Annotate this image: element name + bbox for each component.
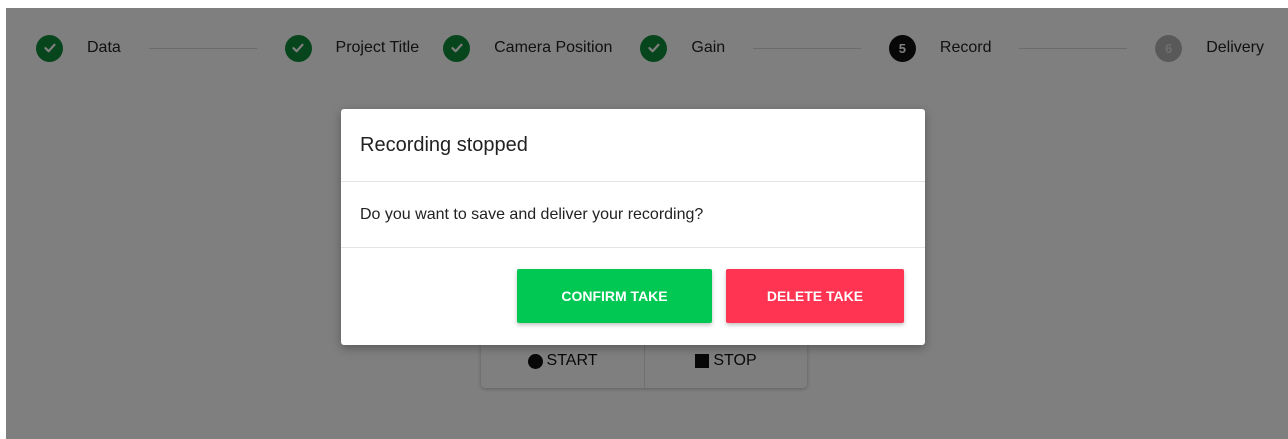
delete-take-button[interactable]: DELETE TAKE xyxy=(726,268,904,323)
dialog-title: Recording stopped xyxy=(341,109,925,182)
dialog-actions: CONFIRM TAKE DELETE TAKE xyxy=(341,248,925,345)
dialog-message: Do you want to save and deliver your rec… xyxy=(341,182,925,248)
record-page: Data Project Title Camera Position Gain … xyxy=(0,0,1288,439)
confirm-take-button[interactable]: CONFIRM TAKE xyxy=(517,268,712,323)
recording-stopped-dialog: Recording stopped Do you want to save an… xyxy=(341,109,925,345)
